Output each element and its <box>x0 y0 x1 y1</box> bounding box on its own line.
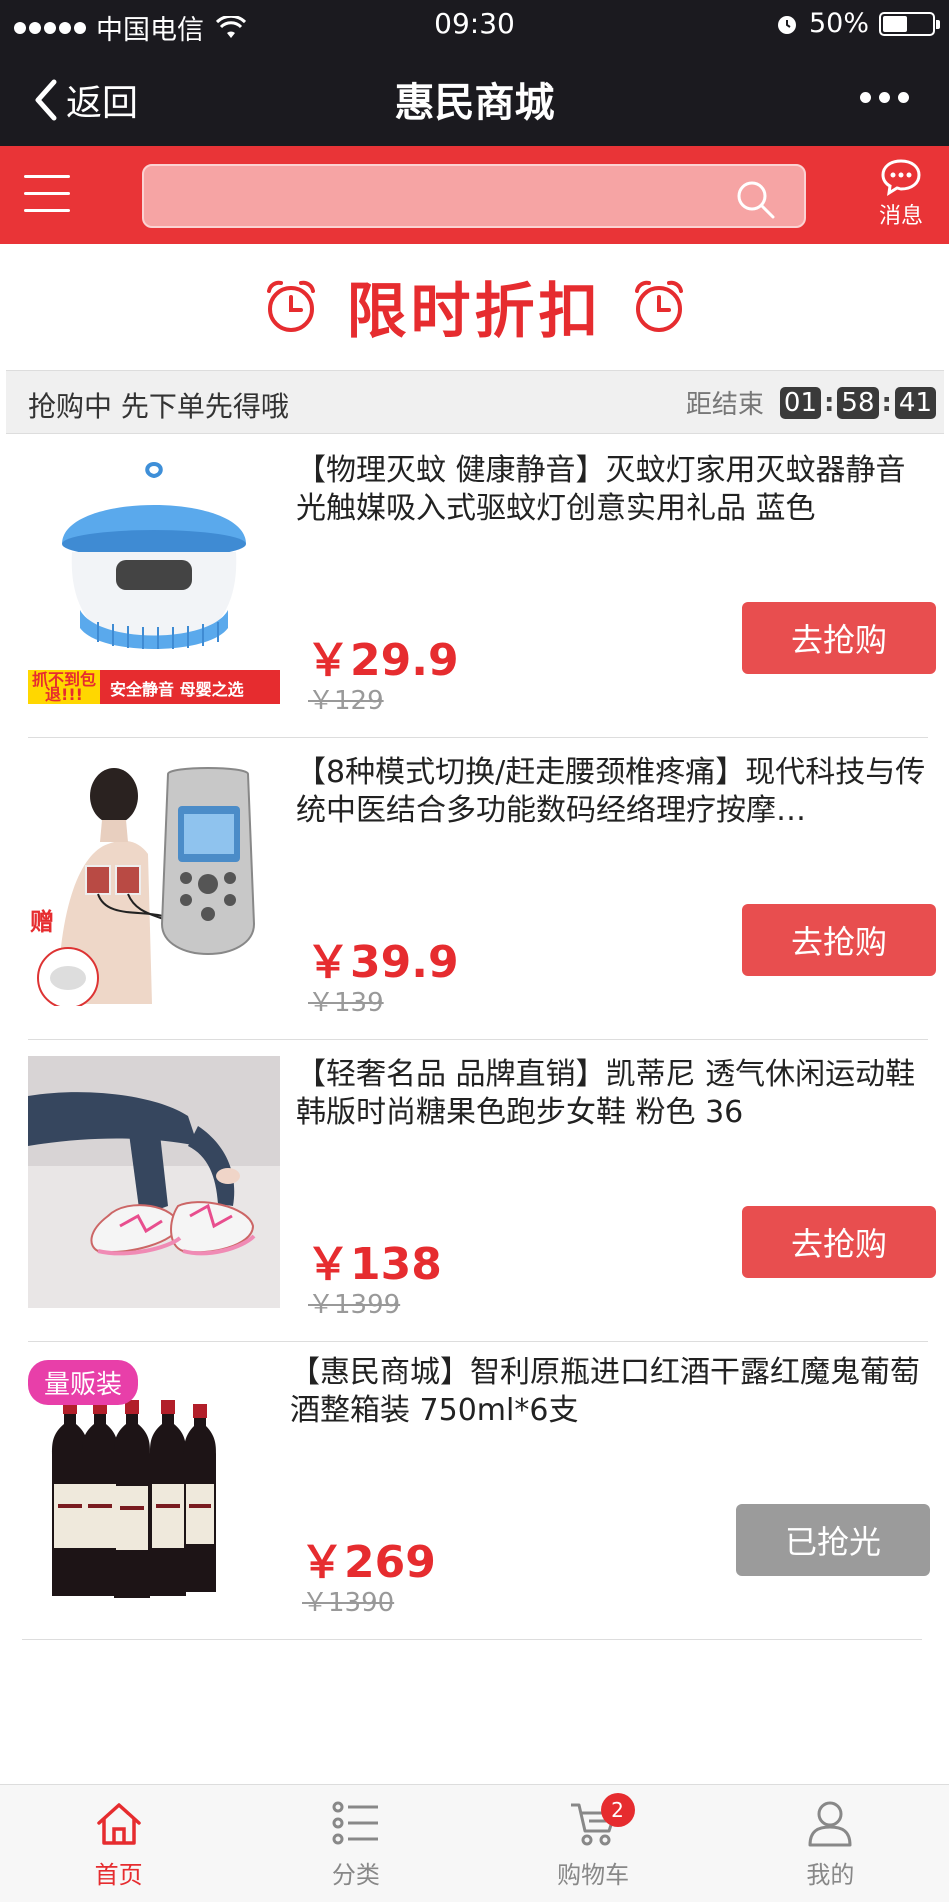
tab-category-label: 分类 <box>331 1861 380 1889</box>
alarm-clock-icon <box>634 280 683 332</box>
product-original-price: ￥1390 <box>302 1588 395 1618</box>
tab-mine[interactable]: 我的 <box>712 1785 949 1902</box>
chat-bubble-icon <box>881 159 921 196</box>
alarm-icon <box>777 15 796 34</box>
list-icon <box>332 1801 378 1845</box>
product-price: ￥29.9 <box>306 635 459 686</box>
sold-out-button[interactable]: 已抢光 <box>736 1504 930 1576</box>
alarm-clock-icon <box>266 280 315 332</box>
banner-title: 限时折扣 <box>346 276 603 347</box>
product-title[interactable]: 【物理灭蚊 健康静音】灭蚊灯家用灭蚊器静音光触媒吸入式驱蚊灯创意实用礼品 蓝色 <box>296 452 932 528</box>
massager-image <box>28 754 280 1006</box>
countdown-bar: 抢购中 先下单先得哦 距结束 01 : 58 : 41 <box>6 370 944 434</box>
divider <box>22 1639 922 1640</box>
buy-now-button[interactable]: 去抢购 <box>742 904 936 976</box>
countdown-seconds: 41 <box>894 386 936 419</box>
bulk-pack-tag: 量贩装 <box>28 1360 139 1405</box>
tab-bar: 首页 分类 购物车 2 我的 <box>0 1784 949 1902</box>
status-bar: 中国电信 09:30 50% <box>0 0 949 46</box>
nav-bar: 返回 惠民商城 <box>0 46 949 146</box>
sticker-refund: 抓不到包退!!! <box>28 670 100 704</box>
countdown-separator: : <box>881 387 892 418</box>
menu-icon[interactable] <box>24 175 70 213</box>
buy-now-button[interactable]: 去抢购 <box>742 602 936 674</box>
product-original-price: ￥1399 <box>308 1290 401 1320</box>
countdown-timer: 距结束 01 : 58 : 41 <box>686 384 936 421</box>
tab-category[interactable]: 分类 <box>237 1785 474 1902</box>
product-price: ￥269 <box>300 1537 436 1588</box>
product-original-price: ￥139 <box>308 988 384 1018</box>
product-image-wine[interactable]: 量贩装 <box>22 1354 274 1606</box>
sneakers-image <box>28 1056 280 1308</box>
gift-label: 赠 <box>30 908 54 936</box>
product-item[interactable]: 赠 【8种模式切换/赶走腰颈椎疼痛】现代科技与传统中医结合多功能数码经络理疗按摩… <box>24 738 936 1040</box>
countdown-hours: 01 <box>779 386 821 419</box>
battery-icon <box>879 11 940 36</box>
product-original-price: ￥129 <box>308 686 384 716</box>
home-icon <box>96 1803 141 1845</box>
promo-sticker: 抓不到包退!!! 安全静音 母婴之选 <box>28 670 280 704</box>
flash-sale-banner: 限时折扣 <box>0 244 949 368</box>
product-price: ￥138 <box>306 1239 442 1290</box>
tab-home[interactable]: 首页 <box>0 1785 237 1902</box>
message-label: 消息 <box>878 204 923 229</box>
mosquito-lamp-image <box>28 452 280 704</box>
product-title[interactable]: 【惠民商城】智利原瓶进口红酒干露红魔鬼葡萄酒整箱装 750ml*6支 <box>290 1354 926 1430</box>
search-input[interactable] <box>142 164 806 228</box>
sticker-safety: 安全静音 母婴之选 <box>100 670 280 704</box>
product-item[interactable]: 量贩装 【惠民商城】智利原瓶进口红酒干露红魔鬼葡萄酒整箱装 750ml*6支 ￥… <box>18 1338 930 1640</box>
search-bar: 消息 <box>0 146 949 244</box>
buy-now-button[interactable]: 去抢购 <box>742 1206 936 1278</box>
promo-text: 抢购中 先下单先得哦 <box>28 390 289 423</box>
cart-count-badge: 2 <box>600 1793 635 1827</box>
countdown-separator: : <box>824 387 835 418</box>
tab-cart[interactable]: 购物车 2 <box>475 1785 712 1902</box>
product-price: ￥39.9 <box>306 937 459 988</box>
message-button[interactable]: 消息 <box>871 158 931 230</box>
countdown-minutes: 58 <box>837 386 879 419</box>
user-icon <box>808 1801 852 1847</box>
product-image-sneakers[interactable] <box>28 1056 280 1308</box>
product-item[interactable]: 抓不到包退!!! 安全静音 母婴之选 【物理灭蚊 健康静音】灭蚊灯家用灭蚊器静音… <box>24 436 936 738</box>
more-button[interactable] <box>860 92 909 103</box>
battery-percent: 50% <box>808 8 869 39</box>
page-title: 惠民商城 <box>394 80 555 126</box>
status-right: 50% <box>775 8 940 39</box>
product-item[interactable]: 【轻奢名品 品牌直销】凯蒂尼 透气休闲运动鞋韩版时尚糖果色跑步女鞋 粉色 36 … <box>24 1040 936 1342</box>
tab-cart-label: 购物车 <box>557 1861 630 1889</box>
product-image-mosquito-lamp[interactable]: 抓不到包退!!! 安全静音 母婴之选 <box>28 452 280 704</box>
countdown-label: 距结束 <box>685 390 764 420</box>
product-image-massager[interactable]: 赠 <box>28 754 280 1006</box>
product-title[interactable]: 【8种模式切换/赶走腰颈椎疼痛】现代科技与传统中医结合多功能数码经络理疗按摩… <box>296 754 932 830</box>
search-icon[interactable] <box>734 178 776 220</box>
product-title[interactable]: 【轻奢名品 品牌直销】凯蒂尼 透气休闲运动鞋韩版时尚糖果色跑步女鞋 粉色 36 <box>296 1056 932 1132</box>
tab-home-label: 首页 <box>94 1861 143 1889</box>
tab-mine-label: 我的 <box>806 1861 855 1889</box>
